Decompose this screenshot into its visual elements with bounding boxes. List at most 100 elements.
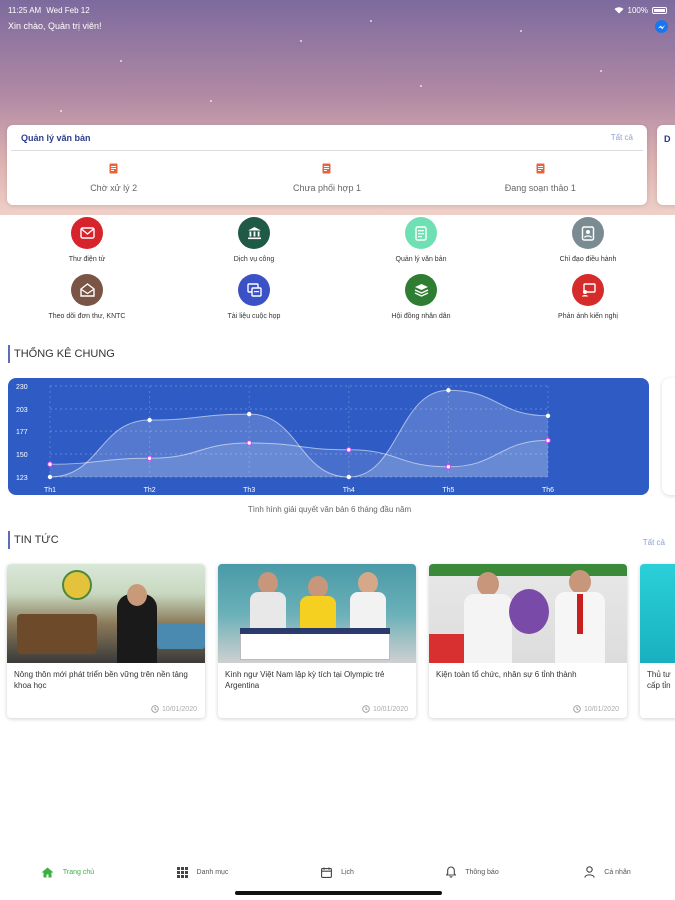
news-image xyxy=(429,564,627,663)
battery-percent: 100% xyxy=(627,5,648,15)
mail-icon xyxy=(79,227,95,239)
chart-caption: Tình hình giải quyết văn bản 6 tháng đầu… xyxy=(247,505,412,514)
shortcut-label: Thư điện tử xyxy=(68,256,106,263)
data-point[interactable] xyxy=(47,461,53,467)
news-section-title: TIN TỨC xyxy=(8,531,59,549)
document-icon xyxy=(109,163,118,174)
document-management-card: Quản lý văn bản Tất cả Chờ xử lý 2 Chưa … xyxy=(7,125,647,205)
next-chart-card[interactable] xyxy=(662,378,675,495)
y-tick-label: 123 xyxy=(16,475,28,482)
greeting-text: Xin chào, Quản trị viên! xyxy=(8,21,102,31)
document-icon xyxy=(322,163,331,174)
data-point[interactable] xyxy=(146,455,153,461)
user-icon xyxy=(584,866,596,878)
area-chart: 123 150 177 203 230 Th1 Th2 Th3 Th4 Th5 Th6 xyxy=(16,384,554,494)
messenger-button[interactable] xyxy=(655,20,668,33)
home-indicator xyxy=(235,891,442,895)
y-tick-label: 230 xyxy=(16,384,28,391)
shortcut-label: Tài liệu cuộc họp xyxy=(227,313,281,320)
shortcut-public-service[interactable]: Dịch vụ công xyxy=(179,217,329,263)
data-point[interactable] xyxy=(147,417,152,423)
shortcut-documents[interactable]: Quản lý văn bản xyxy=(346,217,496,263)
news-card[interactable]: Nông thôn mới phát triển bền vững trên n… xyxy=(7,564,205,718)
shortcut-label: Hội đồng nhân dân xyxy=(391,313,451,320)
tab-calendar[interactable]: Lịch xyxy=(270,855,405,889)
clock-icon xyxy=(362,705,370,713)
document-icon xyxy=(536,163,545,174)
document-icon xyxy=(415,225,427,241)
data-point[interactable] xyxy=(545,437,551,444)
data-point[interactable] xyxy=(545,413,551,418)
news-date: 10/01/2020 xyxy=(362,705,408,713)
shortcut-label: Chỉ đạo điều hành xyxy=(559,256,617,263)
status-time: 11:25 AM xyxy=(8,5,42,15)
doc-pending[interactable]: Chờ xử lý 2 xyxy=(7,151,220,205)
news-image xyxy=(640,564,675,663)
bell-icon xyxy=(446,866,457,878)
meeting-docs-icon xyxy=(246,283,262,297)
stats-section-title: THỐNG KÊ CHUNG xyxy=(8,345,115,363)
x-tick-label: Th6 xyxy=(542,487,554,494)
doc-item-label: Đang soạn thảo 1 xyxy=(504,183,576,193)
news-title: Thủ tư cấp tỉn xyxy=(647,670,671,690)
wifi-icon xyxy=(614,7,624,14)
tab-notifications[interactable]: Thông báo xyxy=(405,855,540,889)
news-date: 10/01/2020 xyxy=(151,705,197,713)
news-view-all-link[interactable]: Tất cả xyxy=(643,538,665,547)
news-title: Kiện toàn tổ chức, nhân sự 6 tỉnh thành xyxy=(436,670,577,679)
shortcut-feedback[interactable]: Phản ánh kiến nghị xyxy=(513,274,663,320)
news-image xyxy=(7,564,205,663)
x-tick-label: Th5 xyxy=(442,487,454,494)
data-point[interactable] xyxy=(445,464,452,470)
home-icon xyxy=(41,867,54,877)
battery-icon xyxy=(652,6,667,14)
x-tick-label: Th2 xyxy=(144,487,156,494)
status-bar: 11:25 AM Wed Feb 12 100% xyxy=(8,4,667,16)
doc-item-label: Chờ xử lý 2 xyxy=(90,183,138,193)
calendar-icon xyxy=(321,867,333,878)
news-card[interactable]: Kình ngư Việt Nam lập kỳ tích tại Olympi… xyxy=(218,564,416,718)
doc-drafting[interactable]: Đang soạn thảo 1 xyxy=(434,151,647,205)
card-title: Quản lý văn bản xyxy=(21,132,91,143)
x-tick-label: Th1 xyxy=(44,487,56,494)
shortcut-email[interactable]: Thư điện tử xyxy=(12,217,162,263)
news-date: 10/01/2020 xyxy=(573,705,619,713)
news-title: Kình ngư Việt Nam lập kỳ tích tại Olympi… xyxy=(225,670,385,690)
bank-icon xyxy=(247,227,261,240)
feedback-icon xyxy=(581,283,596,297)
letter-icon xyxy=(79,283,95,297)
view-all-link[interactable]: Tất cả xyxy=(611,133,633,142)
news-card[interactable]: Kiện toàn tổ chức, nhân sự 6 tỉnh thành … xyxy=(429,564,627,718)
data-point[interactable] xyxy=(247,411,252,417)
bottom-tab-bar: Trang chủ Danh mục Lịch Thông báo Cá nhâ… xyxy=(0,855,675,889)
shortcut-directives[interactable]: Chỉ đạo điều hành xyxy=(513,217,663,263)
news-card[interactable]: Thủ tư cấp tỉn xyxy=(640,564,675,718)
news-title: Nông thôn mới phát triển bền vững trên n… xyxy=(14,670,188,690)
y-tick-label: 150 xyxy=(16,452,28,459)
shortcut-label: Theo dõi đơn thư, KNTC xyxy=(48,313,126,320)
next-card-initial: D xyxy=(664,134,671,144)
clock-icon xyxy=(151,705,159,713)
shortcut-meeting-docs[interactable]: Tài liệu cuộc họp xyxy=(179,274,329,320)
data-point[interactable] xyxy=(446,388,451,393)
grid-icon xyxy=(176,866,188,878)
x-tick-label: Th3 xyxy=(243,487,255,494)
messenger-icon xyxy=(657,24,666,30)
data-point[interactable] xyxy=(346,447,352,453)
next-card[interactable]: D xyxy=(657,125,675,205)
y-tick-label: 203 xyxy=(16,407,28,414)
shortcut-label: Dịch vụ công xyxy=(233,256,275,263)
doc-uncoordinated[interactable]: Chưa phối hợp 1 xyxy=(220,151,433,205)
data-point[interactable] xyxy=(246,440,252,446)
x-tick-label: Th4 xyxy=(343,487,355,494)
shortcut-complaints[interactable]: Theo dõi đơn thư, KNTC xyxy=(12,274,162,320)
shortcut-label: Quản lý văn bản xyxy=(395,256,447,263)
tab-profile[interactable]: Cá nhân xyxy=(540,855,675,889)
shortcut-council[interactable]: Hội đồng nhân dân xyxy=(346,274,496,320)
doc-item-label: Chưa phối hợp 1 xyxy=(293,183,361,193)
tab-categories[interactable]: Danh mục xyxy=(135,855,270,889)
news-image xyxy=(218,564,416,663)
shortcut-label: Phản ánh kiến nghị xyxy=(558,313,618,320)
tab-home[interactable]: Trang chủ xyxy=(0,855,135,889)
clock-icon xyxy=(573,705,581,713)
